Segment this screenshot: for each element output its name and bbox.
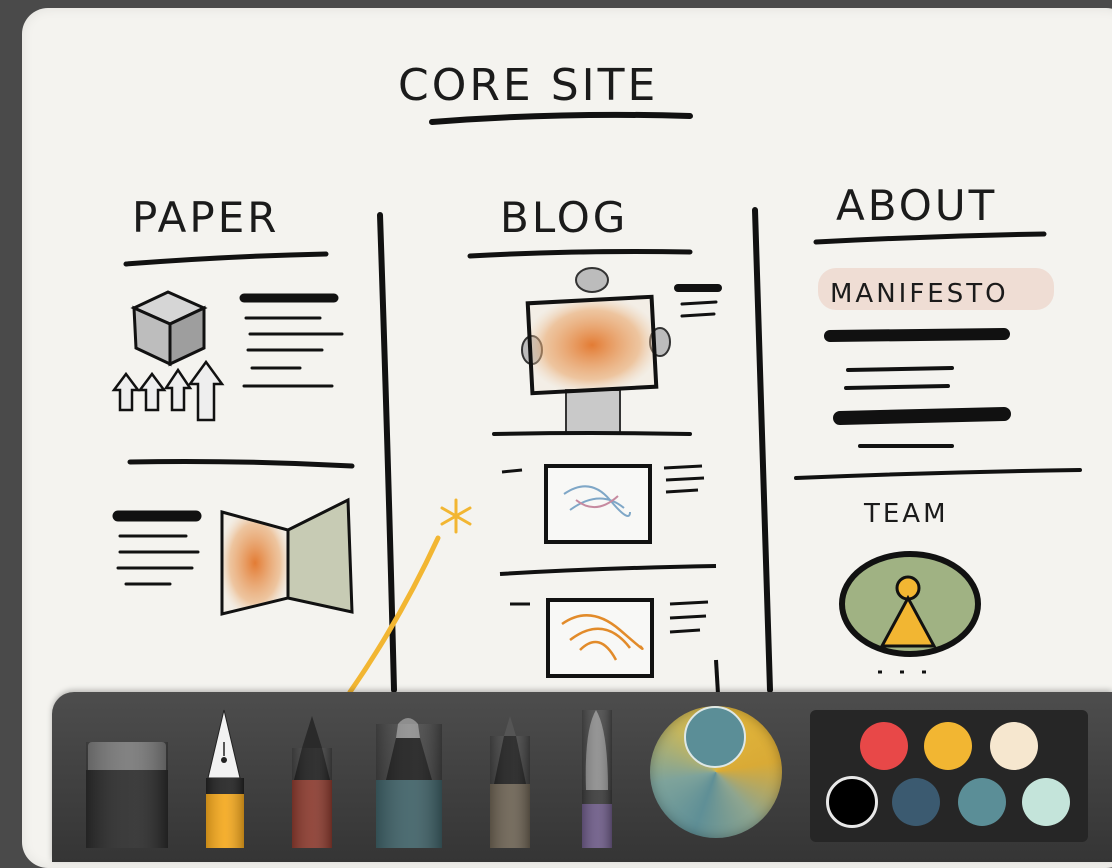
fountain-pen-tool[interactable] [206, 709, 244, 848]
color-palette [810, 710, 1088, 842]
swatch-cream[interactable] [990, 722, 1038, 770]
swatch-teal[interactable] [958, 778, 1006, 826]
fine-pen-tool[interactable] [490, 716, 530, 848]
marker-tool[interactable] [376, 718, 442, 848]
brush-tool[interactable] [582, 710, 612, 848]
eraser-tool[interactable] [86, 742, 168, 848]
swatch-navy-teal[interactable] [892, 778, 940, 826]
swatch-red[interactable] [860, 722, 908, 770]
paper-app: CORE SITE PAPER BLOG ABOUT MANIFESTO TEA… [0, 0, 1112, 868]
swatch-black-selected[interactable] [826, 776, 878, 828]
pencil-tool[interactable] [292, 716, 332, 848]
swatch-yellow[interactable] [924, 722, 972, 770]
current-color-indicator[interactable] [684, 706, 746, 768]
swatch-mint[interactable] [1022, 778, 1070, 826]
